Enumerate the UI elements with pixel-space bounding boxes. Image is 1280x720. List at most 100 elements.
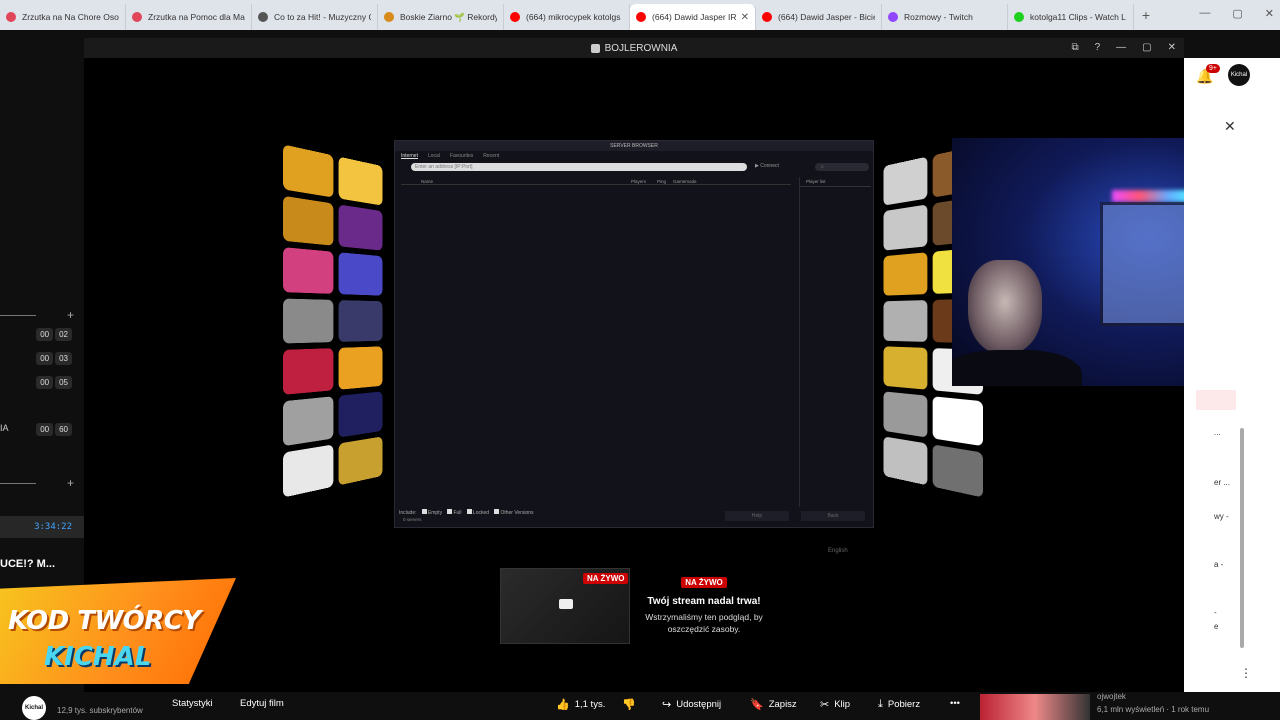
clip-label: Klip (834, 699, 851, 710)
masthead-icons: 🔔 9+ Kichal (1184, 58, 1280, 92)
scrollbar[interactable] (1240, 428, 1244, 648)
checkbox[interactable] (466, 509, 472, 514)
favicon-icon (762, 12, 772, 22)
language-label: English (828, 548, 848, 554)
list-item[interactable]: er ... (1214, 478, 1230, 487)
language-selector[interactable]: English (828, 548, 848, 554)
checkbox[interactable] (494, 509, 500, 514)
tab-local[interactable]: Local (428, 153, 440, 159)
browser-tab[interactable]: Zrzutka na Pomoc dla Ma (126, 4, 252, 30)
list-item[interactable]: wy - (1214, 512, 1229, 521)
download-icon: ⤓ (878, 698, 883, 710)
filter-other-versions[interactable]: Other Versions (500, 510, 533, 516)
list-item[interactable]: ... (1214, 428, 1221, 437)
search-input[interactable]: ⌕ (815, 163, 869, 171)
col-ping[interactable]: Ping (657, 179, 666, 184)
filter-empty[interactable]: Empty (428, 510, 442, 516)
tab-recent[interactable]: Recent (483, 153, 499, 159)
like-button[interactable]: 👍 1,1 tys. (556, 698, 605, 711)
new-tab-button[interactable]: + (1134, 7, 1158, 23)
game-title: BOJLEROWNIA (604, 42, 678, 54)
wall-tile (283, 444, 334, 498)
help-button[interactable]: Help (725, 511, 789, 521)
help-icon[interactable]: ? (1095, 42, 1101, 53)
recommended-channel[interactable]: ojwojtek (1097, 692, 1126, 701)
add-icon[interactable]: + (67, 308, 74, 322)
live-badge: NA ŻYWO (583, 573, 629, 584)
divider (0, 315, 36, 316)
browser-tab[interactable]: Co to za Hit! - Muzyczny Q (252, 4, 378, 30)
share-icon: ↪ (662, 699, 672, 711)
pill: 00 (36, 328, 54, 341)
back-button[interactable]: Back (801, 511, 865, 521)
browser-tab[interactable]: kotolga11 Clips - Watch L (1008, 4, 1134, 30)
more-icon: ••• (950, 698, 960, 709)
add-icon[interactable]: + (67, 476, 74, 490)
tab-internet[interactable]: Internet (401, 153, 418, 159)
minimize-icon[interactable]: — (1199, 7, 1210, 20)
list-item[interactable]: a - (1214, 560, 1223, 569)
download-button[interactable]: ⤓ Pobierz (878, 698, 920, 711)
maximize-icon[interactable]: ▢ (1142, 42, 1151, 53)
stream-thumbnail[interactable]: NA ŻYWO (500, 568, 630, 644)
close-icon[interactable]: ✕ (1168, 42, 1176, 53)
maximize-icon[interactable]: ▢ (1232, 7, 1242, 20)
tab-label: Rozmowy - Twitch (904, 12, 973, 22)
close-tab-icon[interactable]: ✕ (741, 12, 749, 23)
pill: 00 (36, 376, 54, 389)
wall-tile (883, 346, 928, 390)
server-browser-tabs: Internet Local Favourites Recent (395, 151, 873, 161)
wall-tile (283, 195, 334, 246)
edit-video-button[interactable]: Edytuj film (240, 698, 284, 709)
creator-code-label: KOD TWÓRCY (8, 606, 201, 636)
tab-favourites[interactable]: Favourites (450, 153, 473, 159)
list-item[interactable]: - (1214, 608, 1217, 617)
col-gamemode[interactable]: Gamemode (673, 179, 697, 184)
server-list-header: Name Players Ping Gamemode (401, 179, 791, 185)
browser-tab[interactable]: (664) mikrocypek kotolgs (504, 4, 630, 30)
browser-tab[interactable]: (664) Dawid Jasper IR ✕ (630, 4, 756, 30)
more-icon[interactable]: ⋮ (1240, 666, 1252, 680)
tab-label: (664) mikrocypek kotolgs (526, 12, 621, 22)
chat-row: 00 02 (0, 328, 84, 341)
save-button[interactable]: 🔖 Zapisz (750, 698, 797, 711)
browser-tab[interactable]: Boskie Ziarno 🌱 Rekordy (378, 4, 504, 30)
wall-tile (932, 396, 983, 447)
game-titlebar: BOJLEROWNIA ⧉? — ▢ ✕ (84, 38, 1184, 58)
address-input[interactable]: Enter an address [IP:Port] (411, 163, 747, 171)
wall-tile (883, 391, 928, 438)
dislike-button[interactable]: 👎 (622, 698, 636, 711)
share-button[interactable]: ↪ Udostępnij (662, 698, 721, 711)
stats-button[interactable]: Statystyki (172, 698, 213, 709)
stream-card-heading: Twój stream nadal trwa! (647, 596, 761, 607)
filter-locked[interactable]: Locked (473, 510, 489, 516)
tab-label: Zrzutka na Na Chore Osoł (22, 12, 119, 22)
checkbox[interactable] (447, 509, 453, 514)
connect-button[interactable]: ▶ Connect (755, 163, 779, 169)
close-icon[interactable]: ✕ (1224, 118, 1236, 135)
pill: 00 (36, 423, 54, 436)
browser-tab[interactable]: (664) Dawid Jasper - Bicie (756, 4, 882, 30)
channel-avatar[interactable]: Kichal (22, 696, 46, 720)
video-title-snippet[interactable]: UCE!? M... (0, 558, 55, 570)
browser-tab[interactable]: Zrzutka na Na Chore Osoł (0, 4, 126, 30)
list-item[interactable]: e (1214, 622, 1218, 631)
bookmark-icon: 🔖 (750, 699, 764, 711)
clip-button[interactable]: ✂ Klip (820, 698, 850, 711)
minimize-icon[interactable]: — (1116, 42, 1126, 53)
recommended-thumbnail[interactable] (980, 694, 1090, 720)
stream-paused-card[interactable]: NA ŻYWO NA ŻYWO Twój stream nadal trwa! … (500, 568, 772, 644)
checkbox[interactable] (421, 509, 427, 514)
browser-tab[interactable]: Rozmowy - Twitch (882, 4, 1008, 30)
avatar[interactable]: Kichal (1228, 64, 1250, 86)
filter-full[interactable]: Full (453, 510, 461, 516)
screen-share-icon[interactable]: ⧉ (1071, 42, 1078, 53)
scissors-icon: ✂ (820, 699, 830, 711)
subscriber-count: 12,9 tys. subskrybentów (57, 706, 143, 715)
col-players[interactable]: Players (631, 179, 646, 184)
more-actions-button[interactable]: ••• (950, 698, 960, 709)
col-name[interactable]: Name (421, 179, 433, 184)
wall-tile (338, 391, 383, 438)
chat-row: IA 00 60 (0, 423, 84, 436)
close-icon[interactable]: ✕ (1265, 7, 1274, 20)
